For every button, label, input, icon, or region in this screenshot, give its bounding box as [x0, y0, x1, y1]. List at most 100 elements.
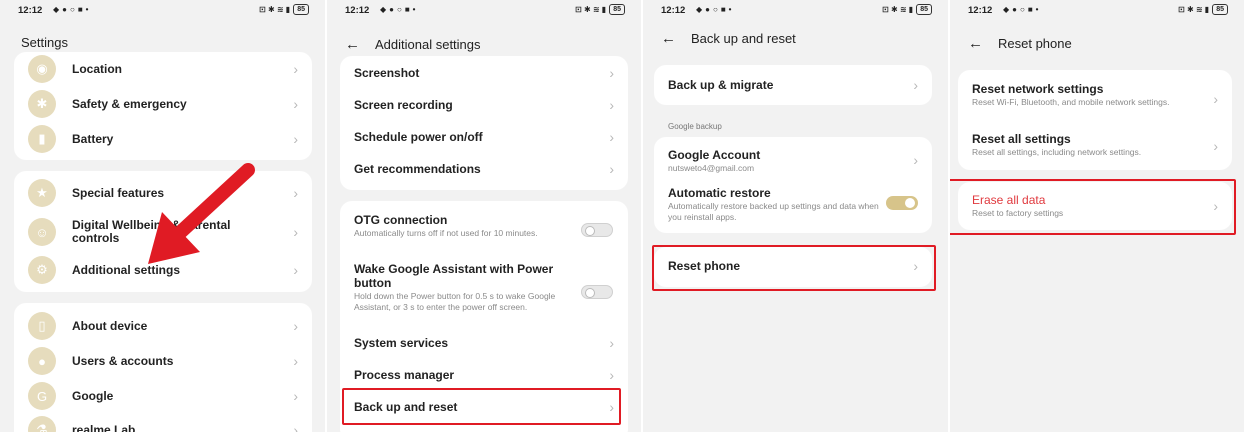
settings-item-about-device[interactable]: ▯ About device ›	[14, 311, 312, 341]
page-header: ← Reset phone	[950, 25, 1244, 61]
settings-item-google[interactable]: G Google ›	[14, 381, 312, 411]
page-header: ← Back up and reset	[643, 20, 948, 56]
settings-group-1: ◉ Location › ✱ Safety & emergency › ▮ Ba…	[14, 52, 312, 160]
status-bar: 12:12 ◆●○■• ⊡ ✱ ≋ ▮ 85	[327, 0, 641, 22]
page-title: Settings	[21, 34, 68, 50]
chevron-right-icon: ›	[293, 353, 298, 369]
settings-item-screenshot[interactable]: Screenshot ›	[340, 59, 628, 87]
chevron-right-icon: ›	[609, 399, 614, 415]
settings-item-erase-all-data[interactable]: Erase all data Reset to factory settings…	[958, 187, 1232, 225]
erase-card: Erase all data Reset to factory settings…	[958, 182, 1232, 230]
item-label: Safety & emergency	[72, 97, 187, 111]
red-arrow-icon	[148, 163, 255, 264]
notification-icons: ◆●○■•	[1003, 5, 1042, 14]
additional-settings-screen: 12:12 ◆●○■• ⊡ ✱ ≋ ▮ 85 ← Additional sett…	[327, 0, 641, 432]
wake-assistant-toggle[interactable]	[581, 285, 613, 299]
back-arrow-icon[interactable]: ←	[661, 30, 683, 47]
notification-icons: ◆●○■•	[380, 5, 419, 14]
gear-icon: ⚙	[28, 256, 56, 284]
automatic-restore-toggle[interactable]	[886, 196, 918, 210]
system-icons: ⊡ ✱ ≋ ▮ 85	[1178, 4, 1228, 15]
settings-item-safety[interactable]: ✱ Safety & emergency ›	[14, 89, 312, 119]
settings-item-location[interactable]: ◉ Location ›	[14, 54, 312, 84]
item-description: Reset Wi-Fi, Bluetooth, and mobile netwo…	[972, 97, 1170, 107]
settings-item-realme-lab[interactable]: ⚗ realme Lab ›	[14, 415, 312, 432]
status-bar: 12:12 ◆●○■• ⊡ ✱ ≋ ▮ 85	[643, 0, 948, 22]
chevron-right-icon: ›	[293, 185, 298, 201]
settings-group-2: OTG connection Automatically turns off i…	[340, 201, 628, 432]
settings-item-otg[interactable]: OTG connection Automatically turns off i…	[340, 207, 628, 253]
back-arrow-icon[interactable]: ←	[968, 35, 990, 52]
settings-item-reset-phone[interactable]: Reset phone ›	[654, 252, 932, 280]
back-arrow-icon[interactable]: ←	[345, 36, 367, 53]
chevron-right-icon: ›	[609, 161, 614, 177]
settings-item-users-accounts[interactable]: ● Users & accounts ›	[14, 346, 312, 376]
page-title: Reset phone	[998, 35, 1072, 51]
reset-phone-card: Reset phone ›	[654, 247, 932, 287]
item-label: Back up & migrate	[668, 78, 774, 92]
otg-toggle[interactable]	[581, 223, 613, 237]
item-label: Schedule power on/off	[354, 130, 483, 144]
item-label: Get recommendations	[354, 162, 481, 176]
settings-item-wake-assistant[interactable]: Wake Google Assistant with Power button …	[340, 259, 628, 325]
status-time: 12:12	[968, 5, 993, 16]
settings-item-get-recommendations[interactable]: Get recommendations ›	[340, 155, 628, 183]
item-label: realme Lab	[72, 423, 136, 432]
chevron-right-icon: ›	[1213, 91, 1218, 107]
chevron-right-icon: ›	[913, 258, 918, 274]
user-icon: ●	[28, 347, 56, 375]
item-label: Wake Google Assistant with Power button	[354, 262, 554, 290]
system-icons: ⊡ ✱ ≋ ▮ 85	[575, 4, 625, 15]
item-label: Users & accounts	[72, 354, 174, 368]
chevron-right-icon: ›	[293, 224, 298, 240]
settings-item-reset-all[interactable]: Reset all settings Reset all settings, i…	[958, 128, 1232, 164]
star-icon: ★	[28, 179, 56, 207]
google-backup-card: Google Account nutsweto4@gmail.com › Aut…	[654, 137, 932, 233]
item-label: Reset phone	[668, 259, 741, 273]
backup-migrate-card: Back up & migrate ›	[654, 65, 932, 105]
item-label: About device	[72, 319, 148, 333]
chevron-right-icon: ›	[609, 367, 614, 383]
chevron-right-icon: ›	[293, 422, 298, 432]
lab-icon: ⚗	[28, 416, 56, 432]
settings-group-1: Screenshot › Screen recording › Schedule…	[340, 56, 628, 190]
item-label: Reset network settings	[972, 82, 1104, 96]
settings-item-back-up-reset[interactable]: Back up and reset ›	[340, 393, 628, 421]
chevron-right-icon: ›	[1213, 138, 1218, 154]
status-bar: 12:12 ◆●○■• ⊡ ✱ ≋ ▮ 85	[0, 0, 325, 22]
settings-screen: 12:12 ◆●○■• ⊡ ✱ ≋ ▮ 85 Settings ◉ Locati…	[0, 0, 325, 432]
settings-item-schedule-power[interactable]: Schedule power on/off ›	[340, 123, 628, 151]
item-label: Google Account	[668, 148, 761, 162]
settings-item-screen-recording[interactable]: Screen recording ›	[340, 91, 628, 119]
page-title: Additional settings	[375, 36, 481, 52]
settings-item-backup-migrate[interactable]: Back up & migrate ›	[654, 71, 932, 99]
location-icon: ◉	[28, 55, 56, 83]
chevron-right-icon: ›	[293, 96, 298, 112]
settings-item-automatic-restore[interactable]: Automatic restore Automatically restore …	[654, 183, 932, 227]
item-label: OTG connection	[354, 213, 448, 227]
chevron-right-icon: ›	[913, 77, 918, 93]
chevron-right-icon: ›	[293, 318, 298, 334]
settings-item-system-services[interactable]: System services ›	[340, 329, 628, 357]
settings-item-process-manager[interactable]: Process manager ›	[340, 361, 628, 389]
status-time: 12:12	[18, 5, 43, 16]
battery-icon: 85	[293, 4, 309, 15]
battery-icon: ▮	[28, 125, 56, 153]
item-label: Back up and reset	[354, 400, 458, 414]
reset-phone-screen: 12:12 ◆●○■• ⊡ ✱ ≋ ▮ 85 ← Reset phone Res…	[950, 0, 1244, 432]
account-email: nutsweto4@gmail.com	[668, 163, 755, 173]
chevron-right-icon: ›	[293, 388, 298, 404]
settings-item-reset-network[interactable]: Reset network settings Reset Wi-Fi, Blue…	[958, 76, 1232, 122]
chevron-right-icon: ›	[913, 152, 918, 168]
chevron-right-icon: ›	[609, 335, 614, 351]
settings-item-google-account[interactable]: Google Account nutsweto4@gmail.com ›	[654, 143, 932, 177]
item-label: Screen recording	[354, 98, 453, 112]
settings-item-battery[interactable]: ▮ Battery ›	[14, 124, 312, 154]
item-description: Automatically restore backed up settings…	[668, 201, 879, 222]
chevron-right-icon: ›	[609, 97, 614, 113]
notification-icons: ◆●○■•	[696, 5, 735, 14]
chevron-right-icon: ›	[293, 131, 298, 147]
wellbeing-icon: ☺	[28, 218, 56, 246]
settings-group-3: ▯ About device › ● Users & accounts › G …	[14, 303, 312, 432]
chevron-right-icon: ›	[1213, 198, 1218, 214]
